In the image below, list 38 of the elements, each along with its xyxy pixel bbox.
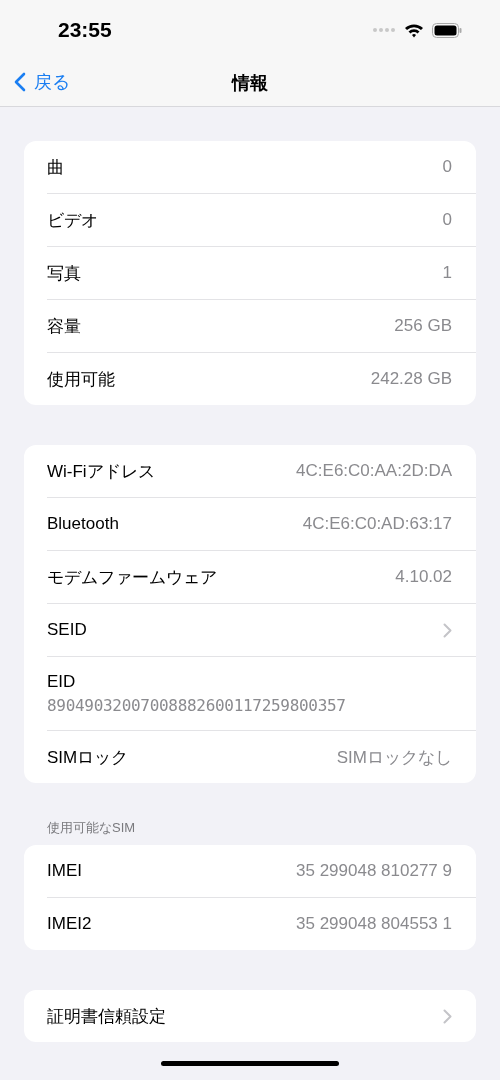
row-label: SIMロック (47, 746, 129, 769)
link-row[interactable]: SEID (47, 604, 476, 657)
signal-icon (372, 27, 396, 33)
row-value: 4C:E6:C0:AA:2D:DA (296, 461, 452, 481)
row-value: 4C:E6:C0:AD:63:17 (302, 514, 452, 534)
row-value: 1 (442, 263, 452, 283)
row-label: モデムファームウェア (47, 566, 217, 589)
row-label: Wi-Fiアドレス (47, 460, 155, 483)
row-label: Bluetooth (47, 514, 119, 534)
row-label: EID (47, 672, 76, 692)
row-label: 使用可能 (47, 368, 115, 391)
row-value: 0 (442, 157, 452, 177)
status-time: 23:55 (58, 18, 112, 42)
row-value: 4.10.02 (395, 567, 452, 587)
row-label: SEID (47, 620, 87, 640)
battery-icon (432, 22, 462, 38)
row-label: 写真 (47, 262, 81, 285)
row-label: 容量 (47, 315, 81, 338)
row-value: 35 299048 810277 9 (296, 861, 452, 881)
wifi-icon (404, 22, 424, 38)
row-value: 242.28 GB (370, 369, 452, 389)
row-value: 256 GB (394, 316, 452, 336)
chevron-left-icon (14, 72, 26, 92)
row-value: SIMロックなし (336, 746, 452, 769)
page-title: 情報 (232, 72, 268, 95)
chevron-icon (443, 622, 452, 638)
row-label: IMEI (47, 861, 82, 881)
link-row[interactable]: 証明書信頼設定 (47, 990, 476, 1042)
back-button[interactable]: 戻る (14, 70, 70, 94)
row-label: 証明書信頼設定 (47, 1005, 166, 1028)
row-label: ビデオ (47, 209, 98, 232)
section-header: 使用可能なSIM (46, 819, 137, 837)
chevron-icon (443, 1008, 452, 1024)
row-value: 0 (442, 210, 452, 230)
row-label: IMEI2 (47, 914, 92, 934)
row-value: 35 299048 804553 1 (296, 914, 452, 934)
row-label: 曲 (47, 156, 64, 179)
row-value: 89049032007008882600117259800357 (47, 696, 346, 715)
